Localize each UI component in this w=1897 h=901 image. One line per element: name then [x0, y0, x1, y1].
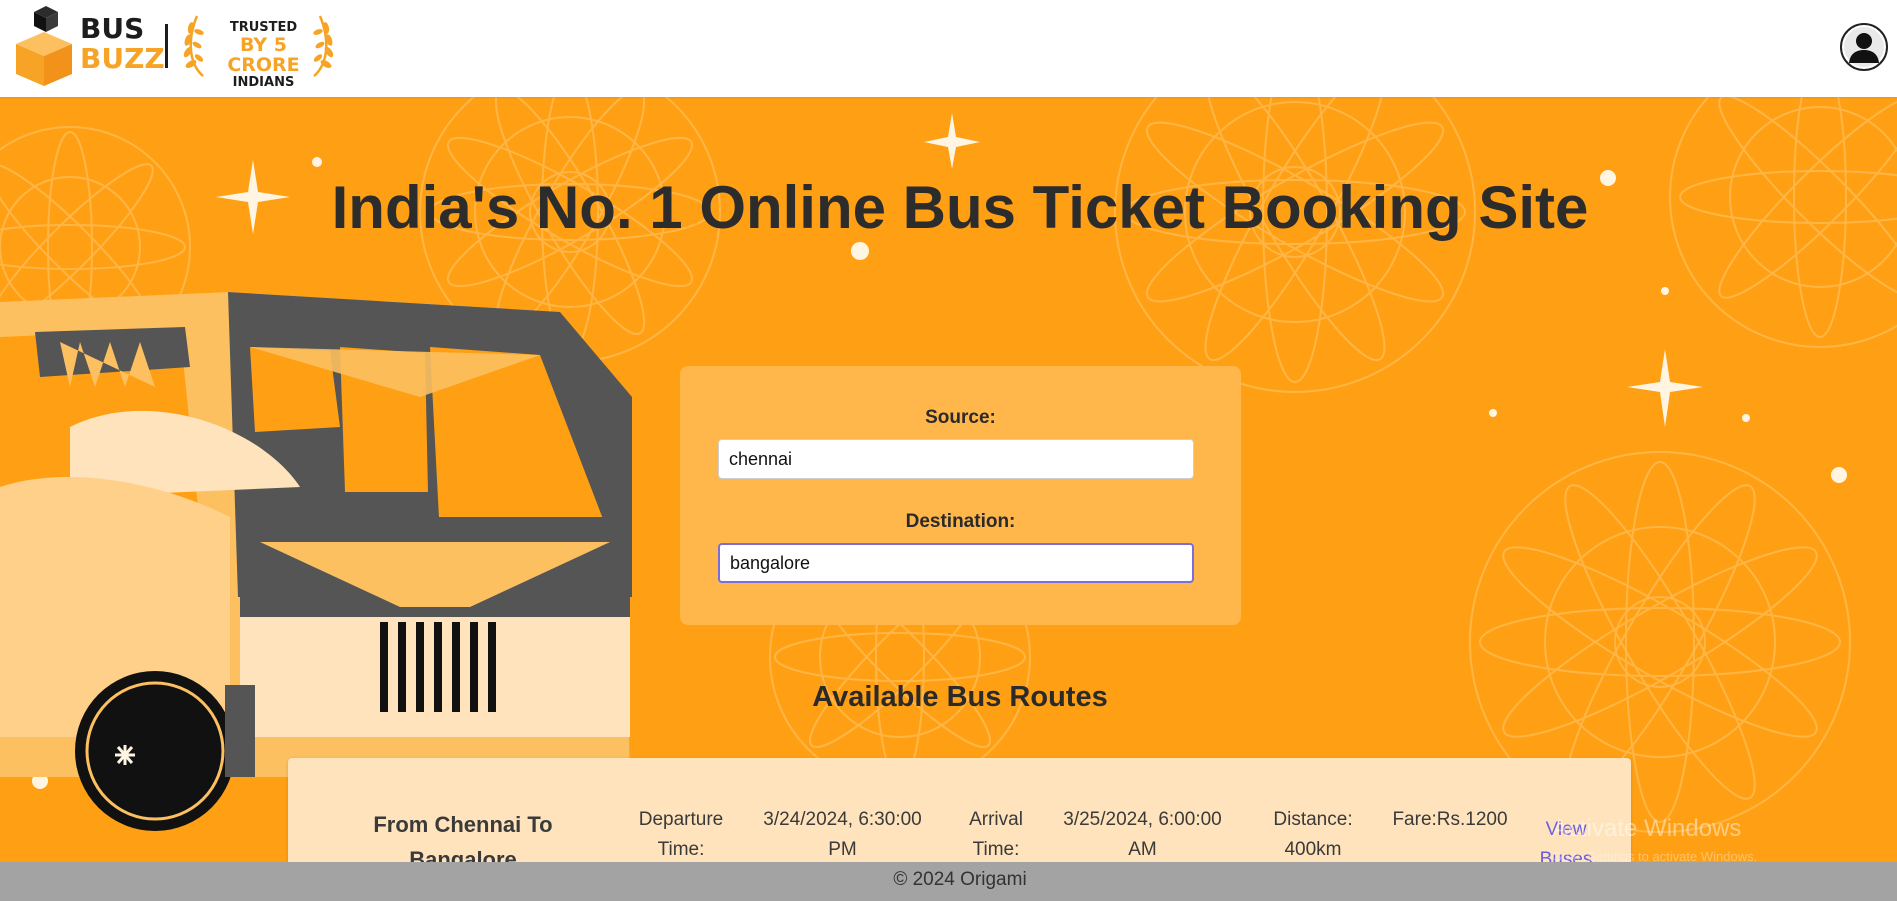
laurel-right-icon — [313, 15, 334, 77]
trusted-line-2: BY 5 CRORE — [227, 34, 300, 76]
arrival-label: Arrival Time: — [969, 809, 1023, 860]
hero-section: India's No. 1 Online Bus Ticket Booking … — [0, 97, 1897, 862]
route-fare: Fare:Rs.1200 — [1392, 809, 1508, 830]
destination-label: Destination: — [905, 511, 1016, 532]
brand-logo[interactable]: BUS BUZZ TRUSTED BY 5 CRORE INDIANS — [16, 6, 346, 90]
logo-line-2: BUZZ — [80, 42, 165, 75]
departure-time: 3/24/2024, 6:30:00 PM — [763, 809, 922, 860]
footer-copyright: © 2024 Origami — [893, 869, 1027, 890]
route-card: From Chennai To Bangalore Departure Time… — [288, 758, 1631, 862]
route-search-form: Source: Destination: — [680, 366, 1241, 625]
logo-wordmark: BUS BUZZ — [80, 14, 165, 74]
logo-divider — [165, 24, 168, 68]
navbar: BUS BUZZ TRUSTED BY 5 CRORE INDIANS — [0, 0, 1897, 97]
footer: © 2024 Origami — [0, 862, 1897, 901]
activate-windows-watermark: Activate Windows — [1552, 815, 1742, 842]
hero-title: India's No. 1 Online Bus Ticket Booking … — [331, 174, 1589, 241]
trusted-line-1: TRUSTED — [229, 20, 298, 35]
destination-input[interactable] — [718, 543, 1194, 583]
source-label: Source: — [925, 407, 996, 428]
activate-windows-subtitle: Go to Settings to activate Windows. — [1552, 849, 1758, 862]
available-routes-heading: Available Bus Routes — [812, 681, 1108, 713]
cube-logo-icon — [16, 6, 72, 86]
route-title: From Chennai To Bangalore — [373, 812, 553, 862]
route-distance: Distance: 400km — [1273, 809, 1353, 860]
bus-illustration — [0, 292, 632, 831]
source-input[interactable] — [718, 439, 1194, 479]
logo-line-1: BUS — [80, 12, 145, 45]
arrival-time: 3/25/2024, 6:00:00 AM — [1063, 809, 1222, 860]
trusted-line-3: INDIANS — [232, 75, 295, 90]
trusted-badge: TRUSTED BY 5 CRORE INDIANS — [206, 20, 321, 90]
departure-label: Departure Time: — [638, 809, 724, 860]
user-avatar-icon[interactable] — [1840, 23, 1888, 71]
